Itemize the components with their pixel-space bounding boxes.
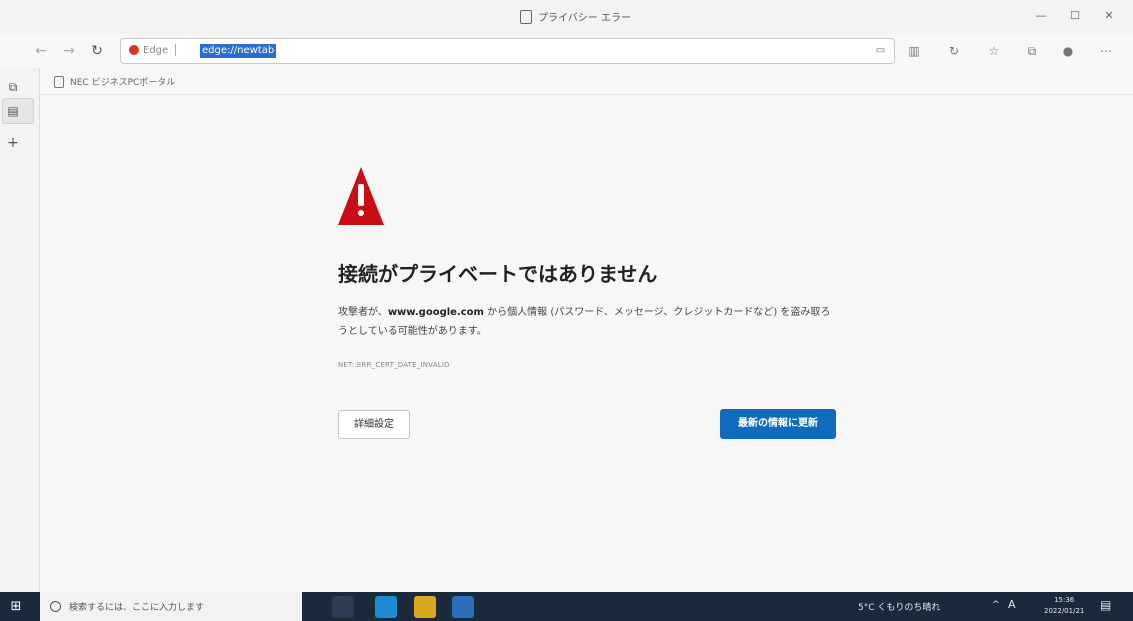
url-text[interactable]: edge://newtab bbox=[200, 44, 277, 58]
browser-window: プライバシー エラー — ☐ ✕ ← → ↻ Edge edge://newta… bbox=[0, 0, 1133, 592]
tab-action-icon[interactable]: ▭ bbox=[873, 44, 888, 58]
ime-indicator-icon[interactable]: A bbox=[1008, 598, 1016, 611]
task-view-icon[interactable] bbox=[332, 596, 354, 618]
maximize-icon[interactable]: ☐ bbox=[1063, 6, 1087, 26]
weather-text[interactable]: 5°C くもりのち晴れ bbox=[858, 600, 940, 613]
clock[interactable]: 15:36 2022/01/21 bbox=[1044, 595, 1084, 617]
profile-icon[interactable]: ● bbox=[1058, 42, 1078, 60]
error-heading: 接続がプライベートではありません bbox=[338, 262, 658, 286]
window-title: プライバシー エラー bbox=[520, 9, 631, 24]
advanced-button[interactable]: 詳細設定 bbox=[338, 410, 410, 439]
edge-taskbar-icon[interactable] bbox=[375, 596, 397, 618]
tray-chevron-icon[interactable]: ^ bbox=[992, 600, 1000, 610]
toolbar: ← → ↻ Edge edge://newtab ▭ ▥ ↻ ☆ ⧉ ● ⋯ bbox=[0, 34, 1133, 68]
search-placeholder: 検索するには、ここに入力します bbox=[69, 603, 205, 613]
error-domain: www.google.com bbox=[387, 307, 484, 318]
error-code: NET::ERR_CERT_DATE_INVALID bbox=[338, 361, 450, 369]
refresh-icon[interactable]: ↻ bbox=[86, 40, 108, 62]
app-taskbar-icon[interactable] bbox=[452, 596, 474, 618]
more-icon[interactable]: ⋯ bbox=[1096, 42, 1116, 60]
favorites-bar: NEC ビジネスPCポータル bbox=[40, 72, 1133, 92]
favorite-label: NEC ビジネスPCポータル bbox=[70, 78, 176, 88]
forward-icon[interactable]: → bbox=[58, 40, 80, 62]
back-to-safety-button[interactable]: 最新の情報に更新 bbox=[720, 409, 836, 439]
title-bar: プライバシー エラー — ☐ ✕ bbox=[0, 0, 1133, 34]
tab-page-icon: ▤ bbox=[7, 104, 19, 118]
address-separator bbox=[175, 44, 177, 56]
edge-icon bbox=[129, 45, 139, 55]
close-icon[interactable]: ✕ bbox=[1097, 6, 1121, 26]
notification-icon[interactable]: ▤ bbox=[1100, 598, 1111, 612]
clock-date: 2022/01/21 bbox=[1044, 607, 1085, 615]
windows-start-icon[interactable]: ⊞ bbox=[8, 599, 24, 615]
minimize-icon[interactable]: — bbox=[1029, 6, 1053, 26]
favorite-item[interactable]: NEC ビジネスPCポータル bbox=[54, 75, 175, 88]
file-explorer-icon[interactable] bbox=[414, 596, 436, 618]
new-tab-icon[interactable]: + bbox=[4, 134, 22, 152]
tab-actions-icon[interactable]: ⧉ bbox=[4, 78, 22, 96]
page-icon bbox=[54, 75, 64, 88]
window-title-text: プライバシー エラー bbox=[538, 13, 631, 24]
edge-badge: Edge bbox=[129, 44, 177, 56]
content-divider bbox=[40, 94, 1133, 95]
search-icon bbox=[50, 601, 61, 612]
warning-bar bbox=[358, 184, 364, 206]
warning-exclamation bbox=[358, 184, 364, 216]
clock-time: 15:36 bbox=[1054, 596, 1075, 604]
taskbar: ⊞ 検索するには、ここに入力します 5°C くもりのち晴れ ^ A 15:36 … bbox=[0, 592, 1133, 621]
edge-label: Edge bbox=[143, 44, 169, 56]
address-bar[interactable]: Edge edge://newtab ▭ bbox=[120, 38, 895, 64]
favorites-icon[interactable]: ☆ bbox=[984, 42, 1004, 60]
page-icon bbox=[520, 9, 532, 24]
vertical-tabs-strip: ⧉ ▤ + bbox=[0, 68, 40, 592]
collections-icon[interactable]: ⧉ bbox=[1022, 42, 1042, 60]
warning-dot bbox=[358, 210, 364, 216]
taskbar-search[interactable]: 検索するには、ここに入力します bbox=[40, 592, 302, 621]
error-desc-part1: 攻撃者が、 bbox=[338, 307, 388, 318]
reading-view-icon[interactable]: ▥ bbox=[904, 42, 924, 60]
refresh-page-icon[interactable]: ↻ bbox=[944, 42, 964, 60]
error-description: 攻撃者が、www.google.com から個人情報 (パスワード、メッセージ、… bbox=[338, 303, 838, 341]
back-icon[interactable]: ← bbox=[30, 40, 52, 62]
